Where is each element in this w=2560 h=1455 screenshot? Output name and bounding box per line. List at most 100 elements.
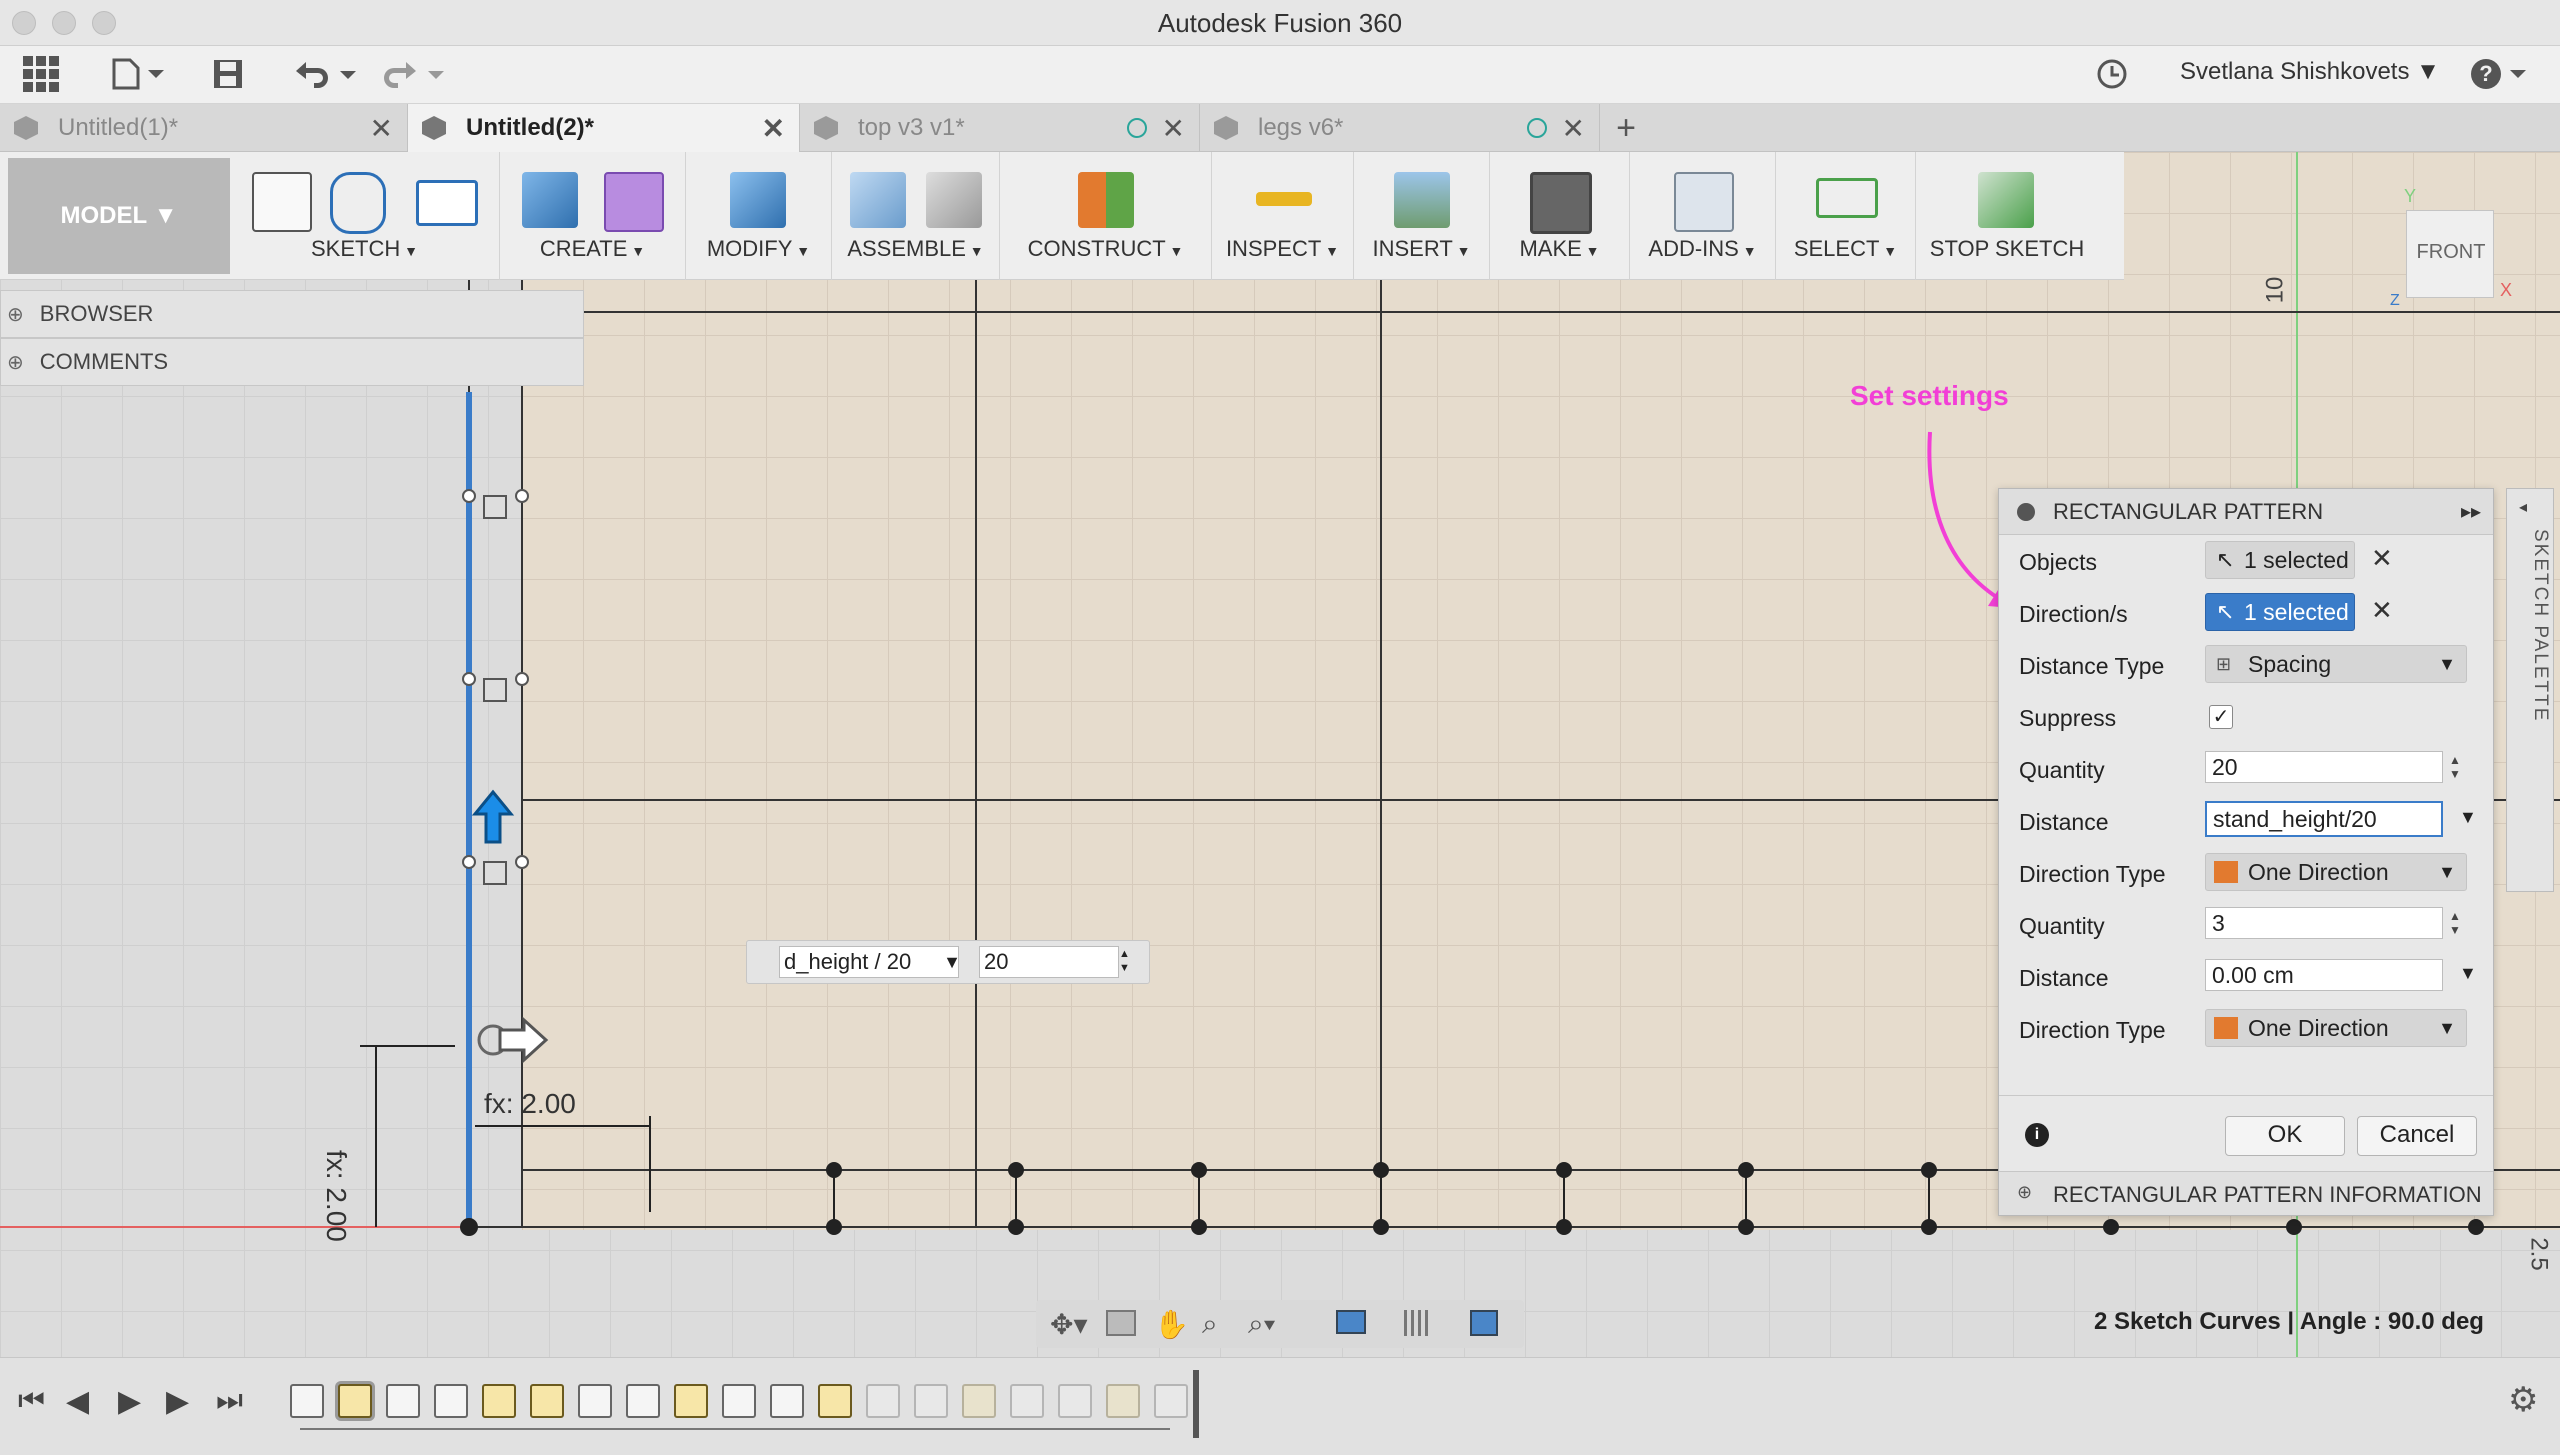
ribbon-group-inspect[interactable]: INSPECT [1212, 152, 1354, 280]
job-status-clock-icon[interactable] [2094, 54, 2130, 94]
ribbon-group-add-ins[interactable]: ADD-INS [1630, 152, 1776, 280]
orbit-icon[interactable]: ✥▾ [1050, 1308, 1088, 1341]
chevron-down-icon[interactable]: ▼ [2459, 963, 2477, 984]
joint-icon[interactable] [926, 172, 982, 228]
timeline-extrude-item[interactable] [1154, 1384, 1188, 1418]
direction-type-dropdown-2[interactable]: One Direction ▼ [2205, 1009, 2467, 1047]
doc-tab-top-v3[interactable]: top v3 v1* ✕ [800, 104, 1200, 152]
directions-select-button[interactable]: ↖ 1 selected [2205, 593, 2355, 631]
quantity-input[interactable]: 20 [2205, 751, 2443, 783]
look-at-icon[interactable] [1106, 1310, 1136, 1336]
expand-plus-icon[interactable]: ⊕ [7, 302, 24, 327]
ribbon-group-make[interactable]: MAKE [1490, 152, 1630, 280]
timeline-body-item[interactable] [290, 1384, 324, 1418]
undo-icon[interactable] [290, 54, 360, 94]
timeline-extrude-item[interactable] [386, 1384, 420, 1418]
doc-tab-untitled-2[interactable]: Untitled(2)* ✕ [408, 104, 800, 152]
quantity-spinner-2[interactable]: ▲ ▼ [2449, 909, 2461, 937]
scripts-icon[interactable] [1674, 172, 1734, 232]
info-icon[interactable]: i [2025, 1123, 2049, 1147]
doc-tab-legs-v6[interactable]: legs v6* ✕ [1200, 104, 1600, 152]
quantity-spinner[interactable]: ▲ ▼ [2449, 753, 2461, 781]
timeline-settings-gear-icon[interactable]: ⚙ [2508, 1380, 2538, 1420]
close-tab-icon[interactable]: ✕ [1162, 112, 1185, 145]
timeline-sketch-item[interactable] [962, 1384, 996, 1418]
sketch-palette-tab[interactable]: ◂ SKETCH PALETTE [2506, 488, 2554, 892]
expand-plus-icon[interactable]: ⊕ [2017, 1182, 2032, 1203]
timeline-body-item[interactable] [434, 1384, 468, 1418]
timeline-play-icon[interactable]: ▶ [118, 1384, 141, 1419]
timeline-first-icon[interactable]: ⏮ [18, 1384, 45, 1418]
timeline-body-item[interactable] [770, 1384, 804, 1418]
select-icon[interactable] [1816, 178, 1878, 218]
timeline-sketch-item[interactable] [530, 1384, 564, 1418]
expand-plus-icon[interactable]: ⊕ [7, 350, 24, 375]
inline-expression-field[interactable]: d_height / 20 [779, 946, 959, 978]
timeline-sketch-item[interactable] [338, 1384, 372, 1418]
ribbon-group-select[interactable]: SELECT [1776, 152, 1916, 280]
ribbon-group-modify[interactable]: MODIFY [686, 152, 832, 280]
new-component-icon[interactable] [850, 172, 906, 228]
timeline-marker[interactable] [1193, 1370, 1199, 1438]
expand-left-icon[interactable]: ◂ [2519, 497, 2527, 517]
stop-sketch-icon[interactable] [1978, 172, 2034, 228]
ribbon-group-create[interactable]: CREATE [500, 152, 686, 280]
objects-select-button[interactable]: ↖ 1 selected [2205, 541, 2355, 579]
viewports-icon[interactable] [1470, 1310, 1498, 1336]
timeline-sketch-item[interactable] [674, 1384, 708, 1418]
doc-tab-untitled-1[interactable]: Untitled(1)* ✕ [0, 104, 408, 152]
line-tool-icon[interactable] [330, 172, 386, 234]
redo-icon[interactable] [378, 54, 448, 94]
create-sketch-icon[interactable] [252, 172, 312, 232]
direction-type-dropdown[interactable]: One Direction ▼ [2205, 853, 2467, 891]
clear-objects-icon[interactable]: ✕ [2371, 543, 2393, 574]
distance-input[interactable]: stand_height/20 [2205, 801, 2443, 837]
browser-panel-header[interactable]: ⊕ BROWSER [0, 290, 584, 338]
new-tab-plus-icon[interactable]: + [1606, 104, 1646, 152]
offset-plane-icon[interactable] [1078, 172, 1134, 228]
close-tab-icon[interactable]: ✕ [762, 112, 785, 145]
ok-button[interactable]: OK [2225, 1116, 2345, 1156]
grid-settings-icon[interactable] [1404, 1310, 1432, 1336]
timeline-last-icon[interactable]: ⏭ [216, 1384, 243, 1418]
vertical-dimension[interactable]: fx: 2.00 [320, 1150, 352, 1242]
inline-quantity-field[interactable]: 20 [979, 946, 1119, 978]
ribbon-group-sketch[interactable]: SKETCH [230, 152, 500, 280]
zoom-icon[interactable]: ⌕ [1202, 1308, 1218, 1341]
form-icon[interactable] [604, 172, 664, 232]
pattern-information-section[interactable]: ⊕ RECTANGULAR PATTERN INFORMATION [1999, 1171, 2493, 1215]
chevron-down-icon[interactable]: ▼ [2459, 807, 2477, 828]
timeline-sketch-item[interactable] [1106, 1384, 1140, 1418]
dialog-header[interactable]: RECTANGULAR PATTERN ▸▸ [1999, 489, 2493, 535]
timeline-sketch-item[interactable] [818, 1384, 852, 1418]
quantity-input-2[interactable]: 3 [2205, 907, 2443, 939]
timeline-extrude-item[interactable] [866, 1384, 900, 1418]
press-pull-icon[interactable] [730, 172, 786, 228]
fit-zoom-icon[interactable]: ⌕▾ [1248, 1308, 1275, 1341]
extrude-icon[interactable] [522, 172, 578, 228]
timeline-extrude-item[interactable] [578, 1384, 612, 1418]
ribbon-group-assemble[interactable]: ASSEMBLE [832, 152, 1000, 280]
file-menu-icon[interactable] [108, 54, 168, 94]
rectangle-tool-icon[interactable] [416, 180, 478, 226]
ribbon-group-stop-sketch[interactable]: STOP SKETCH [1916, 152, 2098, 280]
expand-dialog-icon[interactable]: ▸▸ [2461, 499, 2481, 524]
collapse-dialog-icon[interactable] [2017, 503, 2035, 521]
data-panel-grid-icon[interactable] [20, 54, 62, 94]
clear-directions-icon[interactable]: ✕ [2371, 595, 2393, 626]
insert-image-icon[interactable] [1394, 172, 1450, 228]
display-settings-icon[interactable] [1336, 1310, 1366, 1334]
timeline-body-item[interactable] [626, 1384, 660, 1418]
save-icon[interactable] [210, 54, 246, 94]
timeline-extrude-item[interactable] [1010, 1384, 1044, 1418]
viewcube[interactable]: FRONT [2406, 210, 2494, 298]
timeline-extrude-item[interactable] [722, 1384, 756, 1418]
close-tab-icon[interactable]: ✕ [370, 112, 393, 145]
horizontal-dimension[interactable]: fx: 2.00 [484, 1088, 576, 1120]
timeline-next-icon[interactable]: ▶︎ [166, 1384, 189, 1419]
timeline-sketch-item[interactable] [482, 1384, 516, 1418]
distance-input-2[interactable]: 0.00 cm [2205, 959, 2443, 991]
timeline-body-item[interactable] [914, 1384, 948, 1418]
comments-panel-header[interactable]: ⊕ COMMENTS [0, 338, 584, 386]
user-account-menu[interactable]: Svetlana Shishkovets ▼ [2180, 58, 2440, 86]
